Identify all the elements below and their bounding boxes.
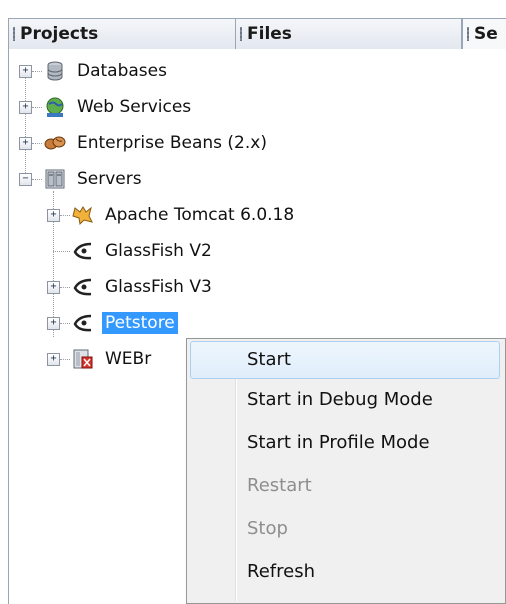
tree-connector xyxy=(32,179,42,181)
tomcat-icon xyxy=(72,206,93,226)
glassfish-icon xyxy=(73,278,92,296)
expand-toggle[interactable]: + xyxy=(19,65,32,78)
tree-connector xyxy=(53,251,70,253)
database-icon xyxy=(47,61,63,81)
drag-grip-icon[interactable] xyxy=(13,27,15,41)
beans-icon xyxy=(44,136,66,150)
tree-node-label: GlassFish V3 xyxy=(105,277,212,297)
tree-connector xyxy=(60,359,70,361)
menu-item-restart: Restart xyxy=(247,475,312,496)
tab-files[interactable]: Files xyxy=(236,19,462,49)
tree-node-enterprise-beans[interactable]: + Enterprise Beans (2.x) xyxy=(9,125,489,161)
glassfish-icon xyxy=(73,314,92,332)
tree-node-label: Apache Tomcat 6.0.18 xyxy=(105,205,295,225)
tree-connector xyxy=(32,71,42,73)
tree-node-label-selected: Petstore xyxy=(102,312,178,334)
menu-item-stop: Stop xyxy=(247,518,288,539)
tree-connector xyxy=(60,323,70,325)
tree-node-petstore[interactable]: + Petstore xyxy=(9,305,489,341)
tree-node-label: Databases xyxy=(77,61,167,81)
tree-node-label: Enterprise Beans (2.x) xyxy=(77,133,267,153)
weblogic-server-icon xyxy=(73,349,93,369)
tab-services[interactable]: Se xyxy=(462,19,506,49)
web-services-icon xyxy=(46,97,64,117)
expand-toggle[interactable]: + xyxy=(47,209,60,222)
glassfish-icon xyxy=(73,242,92,260)
tree-node-label: WEBr xyxy=(105,349,152,369)
menu-item-start-debug[interactable]: Start in Debug Mode xyxy=(190,381,500,419)
tree-connector xyxy=(60,287,70,289)
expand-toggle[interactable]: + xyxy=(19,101,32,114)
menu-item-start[interactable]: Start xyxy=(190,341,500,379)
tree-node-glassfish-v3[interactable]: + GlassFish V3 xyxy=(9,269,489,305)
tab-services-label: Se xyxy=(474,24,498,44)
tab-files-label: Files xyxy=(247,24,292,44)
tab-bar: Projects Files Se xyxy=(8,18,506,50)
tree-connector xyxy=(32,107,42,109)
tree-node-webr[interactable]: + WEBr xyxy=(9,341,189,377)
menu-item-refresh[interactable]: Refresh xyxy=(190,553,500,591)
tree-node-label: GlassFish V2 xyxy=(105,241,212,261)
expand-toggle[interactable]: + xyxy=(47,281,60,294)
tree-node-label: Web Services xyxy=(77,97,192,117)
tab-projects-label: Projects xyxy=(20,24,99,44)
tree-connector xyxy=(60,215,70,217)
expand-toggle[interactable]: + xyxy=(47,353,60,366)
tree-node-databases[interactable]: + Databases xyxy=(9,53,489,89)
tree-connector xyxy=(32,143,42,145)
expand-toggle[interactable]: + xyxy=(47,317,60,330)
collapse-toggle[interactable]: − xyxy=(19,173,32,186)
services-window: Projects Files Se + Databases + Web Serv… xyxy=(0,0,506,604)
menu-item-start-profile[interactable]: Start in Profile Mode xyxy=(190,424,500,462)
tree-node-label: Servers xyxy=(77,169,142,189)
expand-toggle[interactable]: + xyxy=(19,137,32,150)
drag-grip-icon[interactable] xyxy=(467,27,469,41)
tree-node-apache-tomcat[interactable]: + Apache Tomcat 6.0.18 xyxy=(9,197,489,233)
tab-projects[interactable]: Projects xyxy=(8,19,236,49)
tree-node-servers[interactable]: − Servers xyxy=(9,161,489,197)
servers-icon xyxy=(45,169,65,189)
drag-grip-icon[interactable] xyxy=(240,27,242,41)
tree-node-glassfish-v2[interactable]: GlassFish V2 xyxy=(9,233,489,269)
context-menu: Start Start in Debug Mode Start in Profi… xyxy=(186,338,506,604)
tree-node-web-services[interactable]: + Web Services xyxy=(9,89,489,125)
